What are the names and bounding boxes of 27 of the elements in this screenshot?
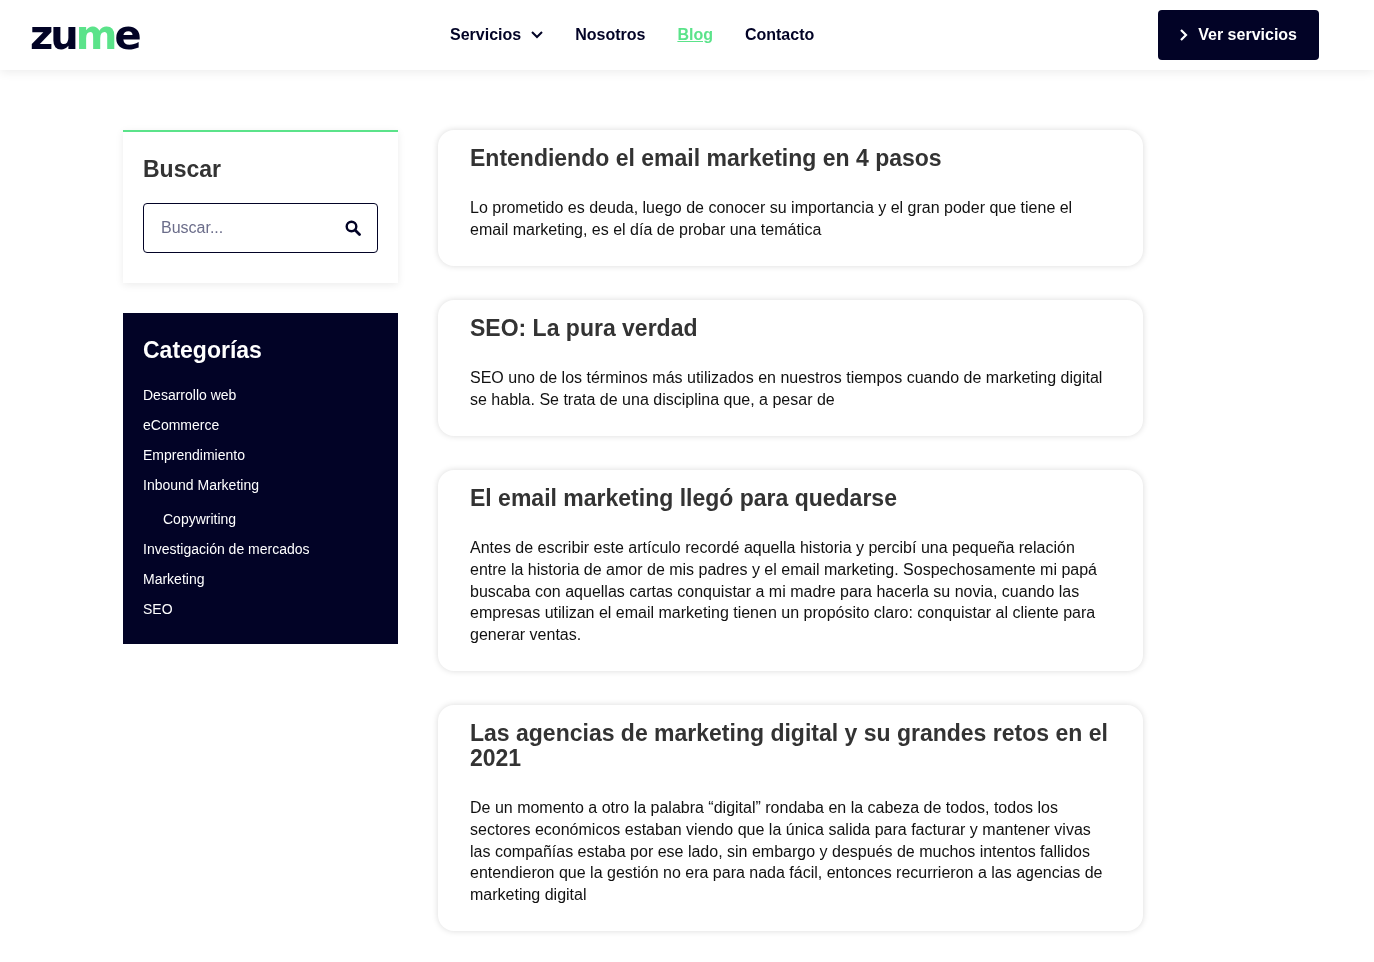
nav-link[interactable]: Contacto — [744, 26, 815, 44]
category-link[interactable]: eCommerce — [143, 417, 220, 433]
post-title[interactable]: SEO: La pura verdad — [470, 316, 1111, 342]
post-excerpt: Antes de escribir este artículo recordé aquella historia y percibí una pequeña relación entre la historia de amor de mis padres y el email marketing. Sospechosamente mi papá buscaba con aquellas cartas conquistar a mi madre para hacerla su novia, cuando las empresas utilizan el email marketing tienen un propósito claro: conquistar al cliente para generar ventas. — [470, 538, 1098, 645]
widget-title: Categorías — [143, 337, 263, 364]
category-link[interactable]: SEO — [143, 601, 173, 617]
chevron-down-icon — [531, 31, 544, 39]
category-link[interactable]: Desarrollo web — [143, 387, 237, 403]
post-title[interactable]: Las agencias de marketing digital y su grandes retos en el 2021 — [470, 721, 1111, 772]
widget-title: Buscar — [143, 156, 222, 183]
post-excerpt: SEO uno de los términos más utilizados en nuestros tiempos cuando de marketing digital se habla. Se trata de una disciplina que, a pesar de — [470, 368, 1104, 410]
category-link[interactable]: Investigación de mercados — [143, 541, 310, 557]
category-link[interactable]: Inbound Marketing — [143, 477, 259, 493]
search-icon[interactable] — [345, 220, 361, 236]
category-link[interactable]: Marketing — [143, 571, 205, 587]
post-excerpt: De un momento a otro la palabra “digital” rondaba en la cabeza de todos, todos los sectores económicos estaban viendo que la única salida para facturar y mantener vivas las compañías estaba por ese lado, sin embargo y después de muchos intentos fallidos entendieron que la gestión no era para nada fácil, entonces recurrieron a las agencias de marketing digital — [470, 798, 1104, 905]
nav-link[interactable]: Nosotros — [575, 26, 646, 44]
category-link[interactable]: Emprendimiento — [143, 447, 245, 463]
category-link[interactable]: Copywriting — [163, 511, 237, 527]
search-field[interactable]: Buscar... — [143, 203, 378, 253]
post-excerpt: Lo prometido es deuda, luego de conocer su importancia y el gran poder que tiene el email marketing, es el día de probar una temática — [470, 198, 1074, 240]
nav-link[interactable]: Servicios — [450, 26, 544, 44]
view-services-button[interactable]: Ver servicios — [1158, 10, 1319, 60]
chevron-right-icon — [1180, 29, 1189, 41]
post-title[interactable]: El email marketing llegó para quedarse — [470, 486, 1111, 512]
logo[interactable]: zume — [30, 15, 450, 55]
post-title[interactable]: Entendiendo el email marketing en 4 pasos — [470, 146, 1111, 171]
